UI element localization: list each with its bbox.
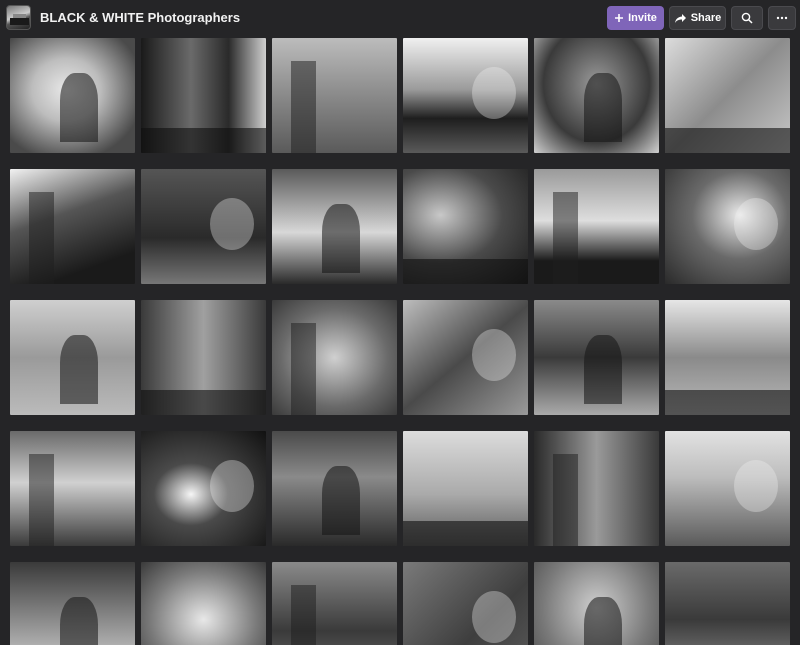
photo-detail — [471, 328, 516, 381]
photo-portrait-woman[interactable] — [10, 38, 135, 153]
photo-detail — [290, 323, 316, 415]
photo-detail — [28, 192, 54, 284]
photo-vertical-forest-tower[interactable] — [272, 38, 397, 153]
group-title: BLACK & WHITE Photographers — [40, 10, 241, 25]
photo-detail — [28, 454, 54, 546]
photo-gothic-tower[interactable] — [403, 562, 528, 645]
photo-city-street-buildings[interactable] — [141, 38, 266, 153]
photo-detail — [209, 197, 254, 250]
photo-detail — [403, 520, 528, 546]
header-bar: BLACK & WHITE Photographers Invite Share — [0, 0, 800, 36]
photo-rocky-landscape[interactable] — [272, 431, 397, 546]
photo-detail — [141, 389, 266, 415]
share-button[interactable]: Share — [669, 6, 726, 30]
photo-detail — [471, 66, 516, 119]
photo-stone-room-window[interactable] — [665, 169, 790, 284]
photo-detail — [471, 590, 516, 643]
photo-detail — [733, 197, 778, 250]
photo-detail — [665, 389, 790, 415]
more-dots-icon — [776, 16, 788, 20]
photo-detail — [290, 585, 316, 645]
share-arrow-icon — [674, 13, 687, 24]
photo-white-flowers[interactable] — [141, 431, 266, 546]
photo-man-with-sign[interactable] — [10, 562, 135, 645]
photo-detail — [552, 454, 578, 546]
share-button-label: Share — [690, 12, 722, 24]
photo-village-street-people[interactable] — [10, 300, 135, 415]
photo-cable-bridge-harbor[interactable] — [10, 431, 135, 546]
photo-detail — [60, 596, 98, 645]
photo-narrow-alley[interactable] — [534, 431, 659, 546]
photo-cheetahs[interactable] — [272, 300, 397, 415]
photo-glass-spheres[interactable] — [534, 562, 659, 645]
plus-icon — [614, 13, 624, 23]
photo-pelican[interactable] — [141, 562, 266, 645]
photo-boat-dock[interactable] — [665, 431, 790, 546]
invite-button-label: Invite — [628, 12, 657, 24]
search-icon — [741, 12, 753, 24]
photo-oil-rigs[interactable] — [272, 169, 397, 284]
photo-ornate-storefront[interactable] — [141, 169, 266, 284]
invite-button[interactable]: Invite — [607, 6, 664, 30]
photo-detail — [733, 459, 778, 512]
photo-detail — [584, 72, 622, 142]
photo-detail — [322, 465, 360, 535]
photo-palm-trees[interactable] — [403, 431, 528, 546]
photo-cave-interior[interactable] — [403, 169, 528, 284]
photo-detail — [60, 72, 98, 142]
photo-tattooed-man[interactable] — [534, 38, 659, 153]
photo-llama-silhouette[interactable] — [534, 169, 659, 284]
photo-palace-waterfront[interactable] — [665, 300, 790, 415]
photo-mountains[interactable] — [272, 562, 397, 645]
photo-detail — [290, 61, 316, 153]
search-button[interactable] — [731, 6, 763, 30]
photo-detail — [552, 192, 578, 284]
photo-street-with-clouds[interactable] — [403, 38, 528, 153]
photo-detail — [322, 203, 360, 273]
photo-running-man[interactable] — [534, 300, 659, 415]
photo-detail — [665, 127, 790, 153]
photo-grid — [10, 38, 800, 645]
photo-cat-paw[interactable] — [10, 169, 135, 284]
photo-detail — [584, 334, 622, 404]
photo-detail — [141, 127, 266, 153]
photo-detail — [403, 258, 528, 284]
photo-stone-gate[interactable] — [665, 562, 790, 645]
photo-lizard-eating[interactable] — [403, 300, 528, 415]
photo-detail — [209, 459, 254, 512]
photo-detail — [584, 596, 622, 645]
group-photo-icon[interactable] — [6, 5, 31, 30]
more-options-button[interactable] — [768, 6, 796, 30]
photo-archway-couple[interactable] — [141, 300, 266, 415]
photo-cathedral-tower[interactable] — [665, 38, 790, 153]
photo-detail — [60, 334, 98, 404]
